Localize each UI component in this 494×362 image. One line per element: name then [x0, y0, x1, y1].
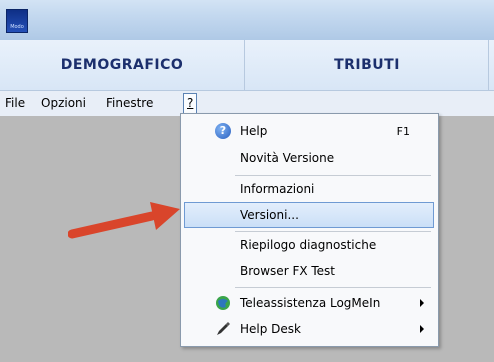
- module-bar: DEMOGRAFICO TRIBUTI: [0, 40, 494, 91]
- menu-item-novita-versione[interactable]: Novità Versione: [184, 145, 434, 171]
- menu-item-help[interactable]: ? Help F1: [184, 118, 434, 144]
- menu-item-help-shortcut: F1: [396, 124, 410, 138]
- menu-file-label: File: [5, 96, 26, 110]
- menu-item-informazioni[interactable]: Informazioni: [184, 176, 434, 202]
- help-icon: ?: [215, 123, 231, 139]
- menu-item-teleassistenza-label: Teleassistenza LogMeIn: [240, 296, 381, 310]
- menu-help-label: ?: [187, 96, 194, 110]
- menu-separator: [235, 287, 431, 288]
- menu-help[interactable]: ?: [183, 93, 198, 115]
- submenu-arrow-icon: [420, 325, 424, 333]
- app-logo-text: Modo: [10, 24, 24, 30]
- globe-icon: [216, 296, 230, 310]
- menu-item-teleassistenza[interactable]: Teleassistenza LogMeIn: [184, 290, 434, 316]
- menu-opzioni-label: Opzioni: [41, 96, 86, 110]
- module-demografico[interactable]: DEMOGRAFICO: [0, 40, 245, 90]
- menu-opzioni[interactable]: Opzioni: [38, 94, 89, 113]
- menu-item-riepilogo-label: Riepilogo diagnostiche: [240, 238, 377, 252]
- module-tributi[interactable]: TRIBUTI: [246, 40, 489, 90]
- menu-item-helpdesk-label: Help Desk: [240, 322, 301, 336]
- menu-finestre-label: Finestre: [106, 96, 154, 110]
- submenu-arrow-icon: [420, 299, 424, 307]
- menu-item-browser-label: Browser FX Test: [240, 264, 336, 278]
- menu-item-informazioni-label: Informazioni: [240, 182, 315, 196]
- pen-icon: [217, 322, 230, 335]
- menu-item-novita-label: Novità Versione: [240, 151, 335, 165]
- menu-finestre[interactable]: Finestre: [103, 94, 156, 113]
- red-arrow-annotation: [68, 202, 180, 239]
- help-dropdown-menu: ? Help F1 Novità Versione Informazioni V…: [180, 113, 439, 347]
- menu-item-browser-fx-test[interactable]: Browser FX Test: [184, 258, 434, 284]
- menu-item-versioni-label: Versioni...: [240, 208, 299, 222]
- menu-item-riepilogo-diagnostiche[interactable]: Riepilogo diagnostiche: [184, 232, 434, 258]
- menu-item-versioni[interactable]: Versioni...: [184, 202, 434, 228]
- menu-item-help-desk[interactable]: Help Desk: [184, 316, 434, 342]
- title-bar: Modo: [0, 0, 494, 40]
- menu-file[interactable]: File: [2, 94, 28, 113]
- menu-item-help-label: Help: [240, 124, 268, 138]
- app-logo-icon: Modo: [6, 9, 28, 33]
